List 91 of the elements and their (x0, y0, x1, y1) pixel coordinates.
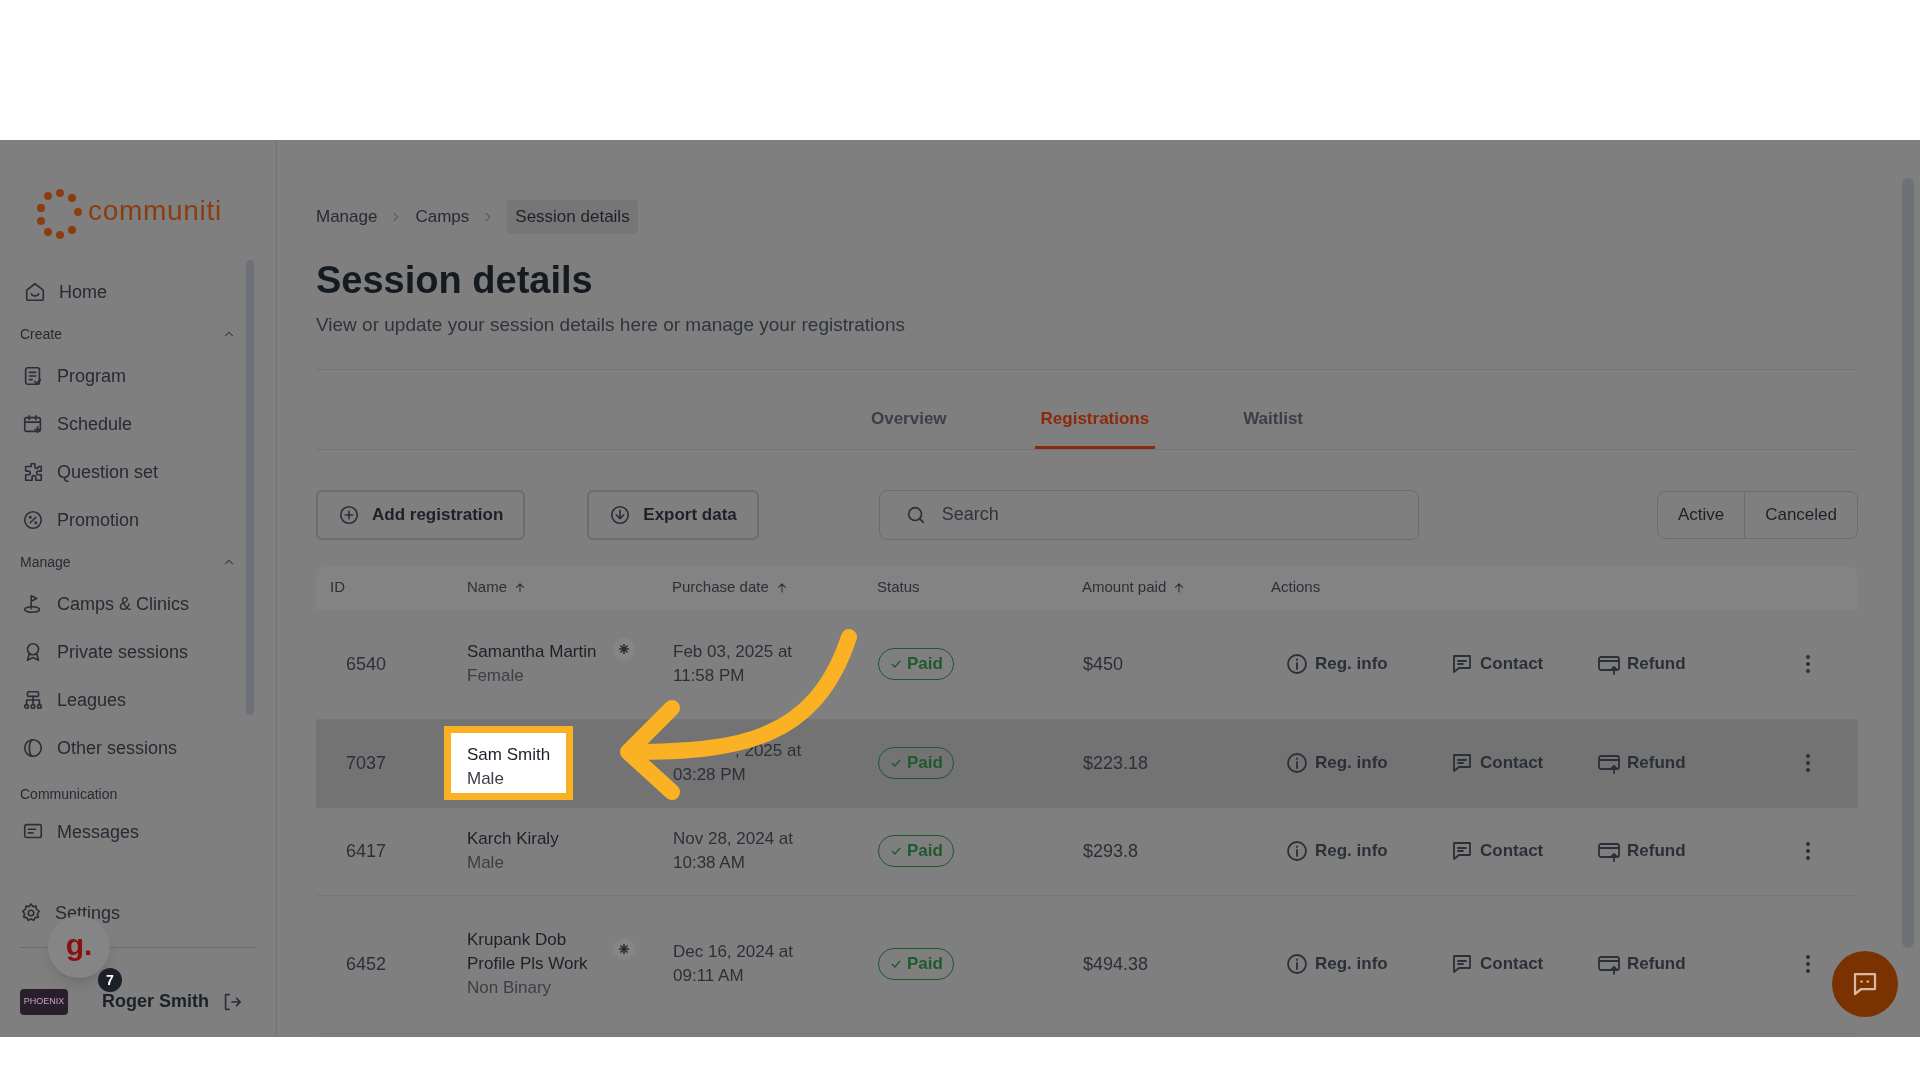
page-subtitle: View or update your session details here or manage your registrations (316, 312, 906, 337)
info-icon (1285, 751, 1309, 775)
sidebar-item[interactable]: Other sessions (20, 724, 246, 772)
purchase-time: 11:58 PM (673, 665, 746, 687)
action-link[interactable]: Reg. info (1285, 651, 1450, 677)
column-header[interactable]: Name (467, 576, 507, 599)
column-header: ID (330, 577, 345, 598)
tab[interactable]: Registrations (1034, 406, 1156, 449)
column-header[interactable]: Purchase date (672, 576, 769, 599)
table-cell-text: $450 (1082, 652, 1125, 676)
export-data-button[interactable]: Export data (587, 489, 759, 540)
sidebar-item[interactable]: Leagues (20, 676, 246, 724)
hierarchy-icon (22, 689, 44, 711)
gender-label: Male (467, 852, 505, 874)
sidebar-item[interactable]: Question set (20, 448, 246, 496)
action-link[interactable]: Contact (1450, 951, 1597, 977)
sort-arrow-icon (513, 580, 527, 595)
action-link[interactable]: Contact (1450, 651, 1597, 677)
breadcrumb-link[interactable]: Session details (507, 200, 638, 234)
action-link[interactable]: Refund (1597, 951, 1802, 977)
table-cell-text: $293.8 (1082, 839, 1140, 863)
search-field[interactable]: Search (878, 489, 1419, 540)
widget-letter: g. (65, 926, 93, 963)
person-name: Krupank Dob Profile Pls Work (467, 929, 589, 975)
chat-icon (1450, 751, 1474, 775)
info-icon (1285, 652, 1309, 676)
action-link[interactable]: Refund (1597, 651, 1802, 677)
table-cell-text: 7037 (345, 751, 388, 775)
section-heading: Create (20, 324, 63, 344)
column-header: Status (877, 577, 920, 598)
sidebar-item[interactable]: Schedule (20, 400, 246, 448)
table-cell-text: $223.18 (1082, 751, 1150, 775)
person-name: Samantha Martin (467, 641, 597, 663)
user-name: Roger Smith (102, 990, 209, 1013)
logo-text: communiti (88, 194, 222, 228)
sidebar-item[interactable]: Private sessions (20, 628, 246, 676)
table-cell-text: 6452 (345, 952, 388, 976)
table-cell-text: 6417 (345, 839, 388, 863)
sidebar-item[interactable]: Camps & Clinics (20, 580, 246, 628)
table-cell-text: 6540 (345, 652, 388, 676)
action-link[interactable]: Reg. info (1285, 951, 1450, 977)
action-link[interactable]: Reg. info (1285, 750, 1450, 776)
info-icon (1285, 952, 1309, 976)
purchase-date: Dec 16, 2024 at (673, 941, 795, 963)
gender-label: Non Binary (467, 977, 553, 999)
gender-label: Male (467, 768, 505, 790)
notification-badge: 7 (98, 968, 122, 992)
document-icon (22, 365, 44, 387)
half-circle-icon (22, 737, 44, 759)
calendar-icon (22, 413, 44, 435)
avatar-logo: PHOENIX (20, 988, 68, 1015)
purchase-time: 10:38 AM (673, 852, 746, 874)
column-header[interactable]: Amount paid (1082, 576, 1167, 599)
column-header: Actions (1271, 577, 1321, 598)
chat-icon (1450, 839, 1474, 863)
chat-icon (1450, 652, 1474, 676)
sidebar-item[interactable]: Program (20, 352, 246, 400)
settings-icon (20, 902, 42, 924)
purchase-date: Nov 28, 2024 at (673, 828, 795, 850)
add-registration-button[interactable]: Add registration (316, 489, 526, 540)
section-heading: Communication (20, 784, 118, 804)
puzzle-icon (22, 461, 44, 483)
purchase-date: Feb 03, 2025 at (673, 641, 794, 663)
person-name: Karch Kiraly (467, 828, 560, 850)
breadcrumb-link[interactable]: Manage (316, 204, 378, 230)
percent-icon (22, 509, 44, 531)
home-icon (24, 281, 46, 303)
chat-icon (1450, 952, 1474, 976)
filter-button[interactable]: Canceled (1744, 491, 1857, 538)
gender-label: Female (467, 665, 525, 687)
purchase-time: 09:11 AM (673, 965, 745, 987)
person-name: Sam Smith (467, 744, 551, 766)
action-link[interactable]: Contact (1450, 838, 1597, 864)
sidebar-item[interactable]: Home (20, 268, 246, 316)
action-link[interactable]: Refund (1597, 750, 1802, 776)
tab[interactable]: Waitlist (1237, 406, 1310, 449)
page-title: Session details (316, 257, 594, 303)
table-cell-text: $494.38 (1082, 952, 1150, 976)
breadcrumb-link[interactable]: Camps (415, 204, 470, 230)
section-heading: Manage (20, 552, 71, 572)
action-link[interactable]: Reg. info (1285, 838, 1450, 864)
info-icon (1285, 839, 1309, 863)
download-icon (609, 503, 632, 526)
action-link[interactable]: Contact (1450, 750, 1597, 776)
action-link[interactable]: Refund (1597, 838, 1802, 864)
sidebar-item[interactable]: Messages (20, 808, 246, 856)
filter-button[interactable]: Active (1657, 491, 1745, 538)
purchase-time: 03:28 PM (673, 764, 747, 786)
plus-circle-icon (338, 503, 360, 526)
sidebar-item[interactable]: Promotion (20, 496, 246, 544)
tab[interactable]: Overview (864, 406, 953, 449)
